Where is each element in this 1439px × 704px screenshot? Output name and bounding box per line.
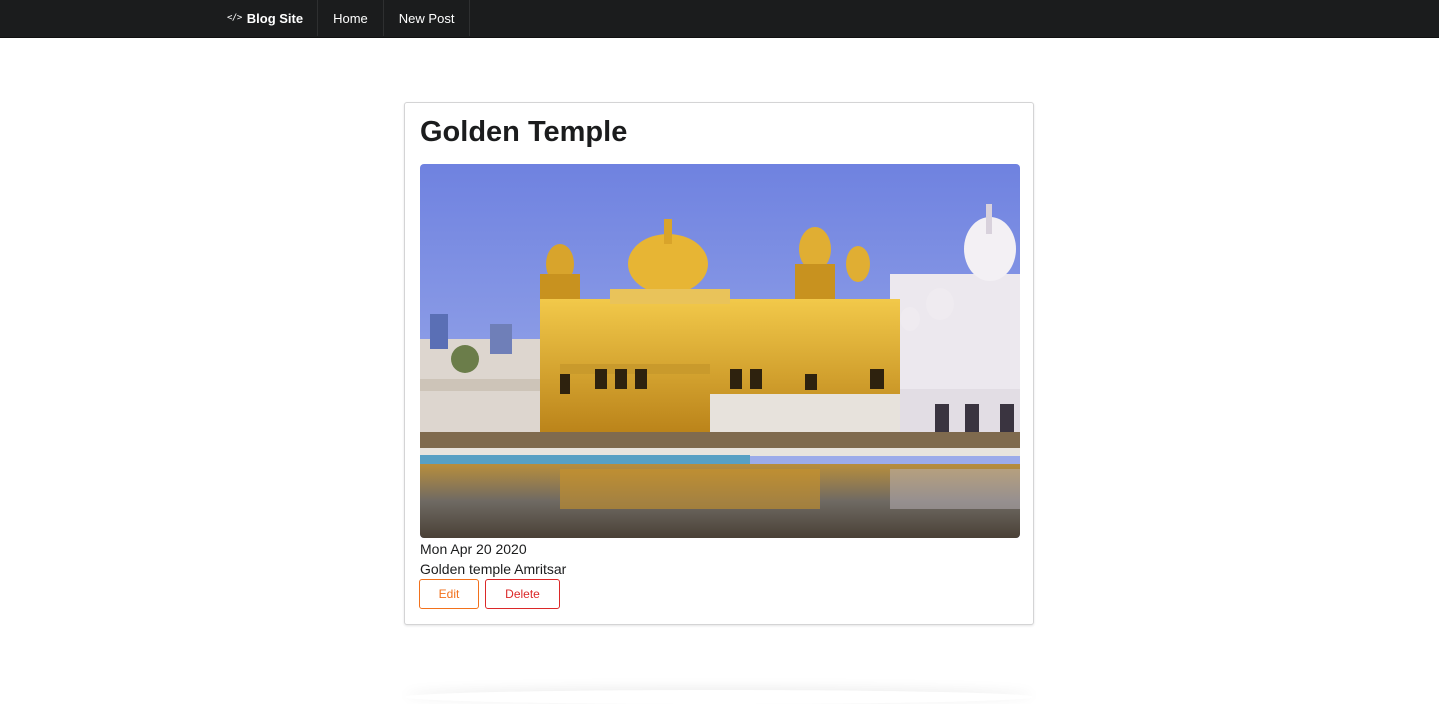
code-icon: </>: [227, 13, 242, 23]
nav-item-home[interactable]: Home: [318, 0, 384, 36]
nav-item-new-post[interactable]: New Post: [384, 0, 471, 36]
nav-item-label: Home: [333, 10, 368, 26]
delete-button[interactable]: Delete: [485, 579, 560, 609]
post-date: Mon Apr 20 2020: [420, 541, 527, 557]
top-navbar: </> Blog Site Home New Post: [0, 0, 1439, 38]
next-card-shadow: [404, 690, 1034, 704]
nav-brand-label: Blog Site: [246, 10, 304, 26]
nav-brand-link[interactable]: </> Blog Site: [212, 0, 319, 36]
nav-menu: </> Blog Site Home New Post: [212, 0, 471, 37]
post-title: Golden Temple: [420, 116, 628, 148]
post-body: Golden temple Amritsar: [420, 561, 567, 577]
post-image: [420, 164, 1020, 538]
nav-item-label: New Post: [398, 10, 455, 26]
post-card: Golden Temple Mon Apr 20 2020 Golden tem…: [404, 102, 1034, 625]
edit-button[interactable]: Edit: [419, 579, 479, 609]
